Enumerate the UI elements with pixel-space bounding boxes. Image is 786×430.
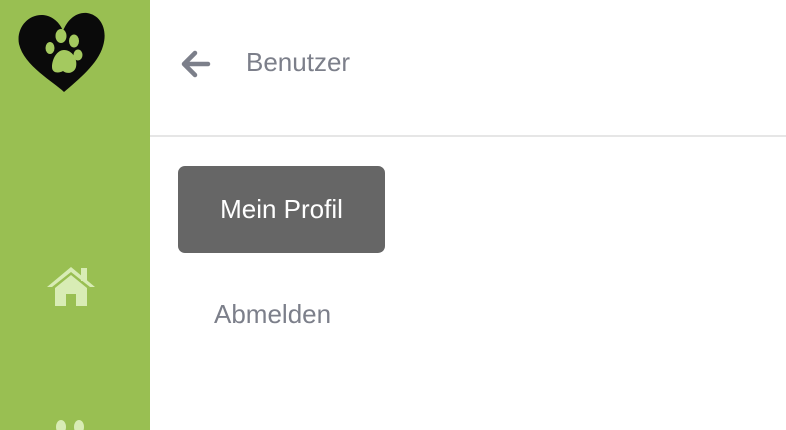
- logout-link[interactable]: Abmelden: [214, 296, 331, 332]
- paw-icon[interactable]: [52, 418, 88, 430]
- page-header: Benutzer: [150, 0, 786, 137]
- home-icon[interactable]: [46, 265, 96, 307]
- page-title: Benutzer: [246, 47, 351, 77]
- my-profile-button[interactable]: Mein Profil: [178, 166, 385, 253]
- main-content: Benutzer Mein Profil Abmelden: [150, 0, 786, 430]
- arrow-left-icon[interactable]: [178, 46, 214, 82]
- sidebar: [0, 0, 150, 430]
- heart-paw-logo[interactable]: [16, 12, 106, 94]
